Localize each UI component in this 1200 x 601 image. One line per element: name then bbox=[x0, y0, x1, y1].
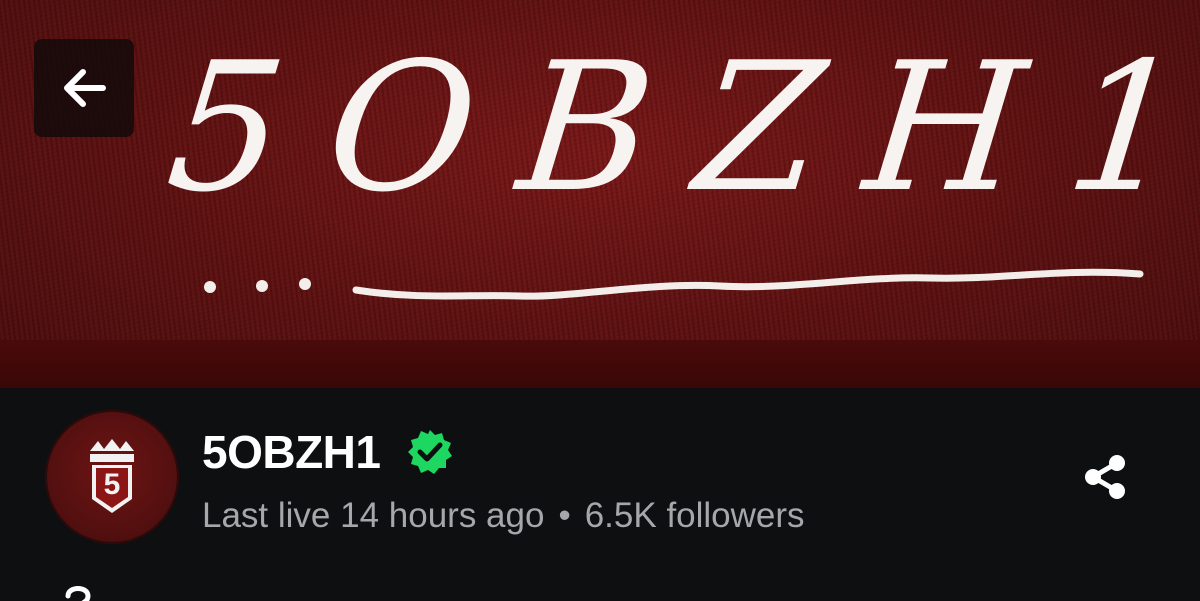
channel-name: 5OBZH1 bbox=[202, 426, 381, 478]
back-button[interactable] bbox=[34, 39, 134, 137]
partial-next-row bbox=[58, 580, 98, 601]
meta-separator: • bbox=[558, 496, 571, 535]
channel-meta: Last live 14 hours ago • 6.5K followers bbox=[202, 494, 805, 538]
last-live-text: Last live 14 hours ago bbox=[202, 496, 545, 535]
question-icon bbox=[65, 586, 91, 601]
verified-badge-icon bbox=[408, 430, 452, 474]
channel-avatar[interactable]: 5 bbox=[45, 410, 179, 544]
share-icon bbox=[1085, 455, 1125, 499]
banner-underline bbox=[204, 268, 1144, 300]
arrow-left-icon bbox=[64, 69, 106, 107]
channel-banner: 5OBZH1 bbox=[0, 0, 1200, 388]
followers-count: 6.5K followers bbox=[584, 496, 805, 535]
share-button[interactable] bbox=[1080, 452, 1130, 502]
avatar-letter: 5 bbox=[103, 468, 121, 501]
